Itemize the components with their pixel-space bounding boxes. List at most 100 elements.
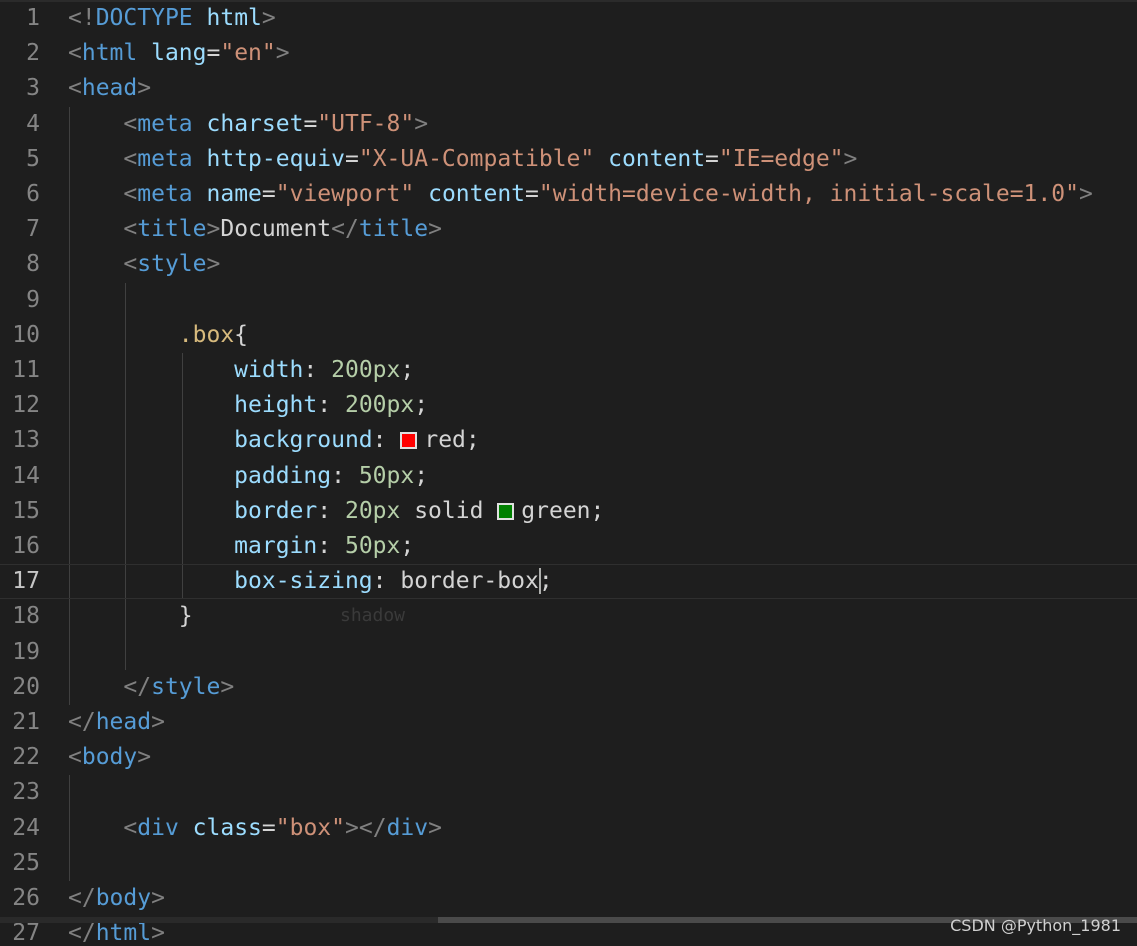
line-number: 6 (26, 181, 40, 207)
code-line[interactable]: 4 <meta charset="UTF-8"> (0, 107, 1137, 142)
code-text[interactable]: background: red; (68, 423, 480, 458)
code-token: body (95, 885, 152, 911)
code-line[interactable]: 24 <div class="box"></div> (0, 811, 1137, 846)
code-line[interactable]: 19 (0, 635, 1137, 670)
code-token: : (372, 427, 401, 454)
code-line[interactable]: 10 .box{ (0, 318, 1137, 353)
color-swatch-icon[interactable] (497, 502, 515, 520)
code-text[interactable]: <meta charset="UTF-8"> (68, 107, 428, 142)
code-text[interactable]: <html lang="en"> (68, 36, 290, 71)
code-token: meta (137, 110, 193, 137)
code-line[interactable]: 9 (0, 283, 1137, 318)
code-line[interactable]: 16 margin: 50px; (0, 529, 1137, 564)
code-line[interactable]: 12 height: 200px; (0, 388, 1137, 423)
code-line[interactable]: 20 </style> (0, 670, 1137, 705)
code-token: : (317, 533, 345, 559)
code-token: green; (521, 497, 605, 524)
code-text[interactable]: <title>Document</title> (68, 212, 442, 247)
code-text[interactable]: </head> (68, 705, 165, 740)
code-token: < (123, 181, 138, 207)
code-token: margin (234, 533, 318, 559)
code-token: </ (331, 216, 359, 243)
code-line[interactable]: 8 <style> (0, 247, 1137, 282)
code-text[interactable]: margin: 50px; (68, 529, 414, 564)
code-token: > (275, 40, 290, 67)
code-line[interactable]: 11 width: 200px; (0, 353, 1137, 388)
code-token: > (137, 744, 152, 771)
code-token: > (220, 673, 235, 700)
code-token: > (843, 145, 858, 172)
code-line[interactable]: 17 box-sizing: border-box; (0, 564, 1137, 600)
code-text[interactable]: <style> (68, 247, 220, 282)
code-token: > (206, 251, 221, 278)
code-token: { (234, 321, 249, 348)
code-token: red; (424, 427, 480, 454)
code-token: < (123, 251, 138, 278)
code-line[interactable]: 23 (0, 775, 1137, 810)
code-text[interactable]: box-sizing: border-box; (68, 565, 553, 598)
line-number: 4 (26, 110, 40, 137)
code-line[interactable]: 14 padding: 50px; (0, 459, 1137, 494)
code-text[interactable]: <meta name="viewport" content="width=dev… (68, 177, 1093, 212)
code-token: box-sizing (234, 568, 373, 595)
code-token: body (81, 744, 138, 771)
code-line[interactable]: 3 <head> (0, 71, 1137, 106)
code-token: < (123, 145, 138, 172)
code-token: </ (123, 673, 152, 700)
color-swatch-icon[interactable] (400, 432, 418, 450)
code-line[interactable]: 26 </body> (0, 881, 1137, 916)
code-token: < (68, 75, 82, 102)
code-text[interactable]: </body> (68, 881, 165, 916)
code-token: = (261, 181, 276, 207)
code-text[interactable]: <div class="box"></div> (68, 811, 442, 846)
code-token: "X-UA-Compatible" (358, 145, 595, 172)
code-line[interactable]: 5 <meta http-equiv="X-UA-Compatible" con… (0, 142, 1137, 177)
code-token: < (68, 744, 82, 771)
code-text[interactable]: padding: 50px; (68, 459, 428, 494)
code-line[interactable]: 18 } (0, 599, 1137, 634)
code-token: border (234, 497, 318, 524)
code-token: < (68, 40, 82, 67)
code-text[interactable]: <meta http-equiv="X-UA-Compatible" conte… (68, 142, 857, 177)
code-text[interactable]: <head> (68, 71, 151, 106)
code-token: > (1078, 181, 1093, 207)
code-token: ; (400, 357, 415, 383)
code-token: > (206, 216, 221, 243)
code-token: </ (68, 920, 96, 946)
code-token: : (317, 392, 345, 419)
code-editor[interactable]: 1 <!DOCTYPE html> 2 <html lang="en"> 3 <head>… (0, 0, 1137, 946)
code-line[interactable]: 2 <html lang="en"> (0, 36, 1137, 71)
inline-suggestion-ghost-text: shadow (340, 605, 406, 626)
code-token: 200px (344, 392, 415, 419)
code-text[interactable]: } (68, 599, 193, 634)
code-line[interactable]: 15 border: 20px solid green; (0, 494, 1137, 529)
code-token: head (81, 75, 138, 102)
code-line[interactable]: 7 <title>Document</title> (0, 212, 1137, 247)
code-text[interactable]: width: 200px; (68, 353, 414, 388)
code-line[interactable]: 25 (0, 846, 1137, 881)
code-line[interactable]: 6 <meta name="viewport" content="width=d… (0, 177, 1137, 212)
code-line[interactable]: 22 <body> (0, 740, 1137, 775)
code-line[interactable]: 13 background: red; (0, 423, 1137, 458)
code-token: 50px (344, 533, 401, 559)
code-token: content (428, 181, 526, 207)
line-number: 3 (26, 75, 40, 102)
code-line[interactable]: 1 <!DOCTYPE html> (0, 1, 1137, 36)
code-text[interactable]: border: 20px solid green; (68, 494, 604, 529)
code-text[interactable]: height: 200px; (68, 388, 428, 423)
code-text[interactable]: .box{ (68, 318, 248, 353)
code-text[interactable]: </style> (68, 670, 234, 705)
line-number: 10 (12, 321, 40, 348)
code-line[interactable]: 21 </head> (0, 705, 1137, 740)
code-text[interactable]: <body> (68, 740, 151, 775)
code-text[interactable]: <!DOCTYPE html> (68, 1, 276, 36)
line-number: 23 (12, 779, 40, 806)
code-token: solid (400, 497, 498, 524)
